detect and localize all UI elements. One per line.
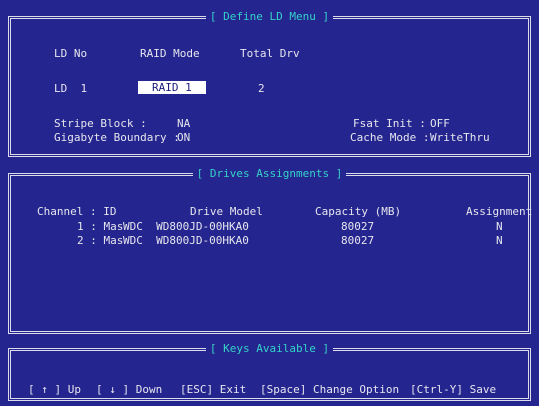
drive-row-2-id: 2 : Mas	[77, 234, 124, 247]
stripe-block-label: Stripe Block :	[54, 117, 147, 130]
channel-id-header: Channel : ID	[37, 205, 117, 218]
drive-row-1-id: 1 : Mas	[77, 220, 124, 233]
raid-mode-select[interactable]: RAID 1	[138, 81, 206, 94]
assignment-header: Assignment	[466, 205, 533, 218]
drive-row-1-model: WDC WD800JD-00HKA0	[123, 220, 249, 233]
total-drv-header: Total Drv	[240, 47, 300, 60]
capacity-header: Capacity (MB)	[315, 205, 402, 218]
ld-number: LD 1	[54, 82, 88, 95]
drives-assignments-panel: [ Drives Assignments ] Channel : ID Driv…	[0, 165, 539, 339]
ld-no-header: LD No	[54, 47, 88, 60]
define-ld-panel: [ Define LD Menu ] LD No RAID Mode Total…	[0, 0, 539, 165]
drives-assignments-frame: [ Drives Assignments ]	[8, 167, 531, 334]
drive-row-2-model: WDC WD800JD-00HKA0	[123, 234, 249, 247]
define-ld-title: [ Define LD Menu ]	[11, 10, 528, 24]
keys-available-title: [ Keys Available ]	[11, 342, 528, 356]
drive-model-header: Drive Model	[190, 205, 263, 218]
drives-assignments-title: [ Drives Assignments ]	[11, 167, 528, 181]
fsat-init-value[interactable]: OFF	[430, 117, 450, 130]
raid-mode-value: RAID 1	[138, 81, 206, 94]
stripe-block-value[interactable]: NA	[177, 117, 190, 130]
drive-row-2-assignment[interactable]: N	[496, 234, 503, 247]
cache-mode-value[interactable]: WriteThru	[430, 131, 490, 144]
fsat-init-label: Fsat Init :	[353, 117, 426, 130]
key-down[interactable]: [ ↓ ] Down	[96, 383, 162, 396]
gigabyte-boundary-label: Gigabyte Boundary :	[54, 131, 180, 144]
cache-mode-label: Cache Mode :	[350, 131, 430, 144]
key-up[interactable]: [ ↑ ] Up	[28, 383, 81, 396]
drive-row-2-capacity: 80027	[341, 234, 375, 247]
gigabyte-boundary-value[interactable]: ON	[177, 131, 190, 144]
key-ctrl-y-save[interactable]: [Ctrl-Y] Save	[410, 383, 496, 396]
key-esc-exit[interactable]: [ESC] Exit	[180, 383, 246, 396]
raid-mode-header: RAID Mode	[140, 47, 200, 60]
drive-row-1-assignment[interactable]: N	[496, 220, 503, 233]
keys-available-panel: [ Keys Available ] [ ↑ ] Up [ ↓ ] Down […	[0, 339, 539, 406]
key-space-change-option[interactable]: [Space] Change Option	[260, 383, 399, 396]
total-drv-value: 2	[258, 82, 265, 95]
drive-row-1-capacity: 80027	[341, 220, 375, 233]
